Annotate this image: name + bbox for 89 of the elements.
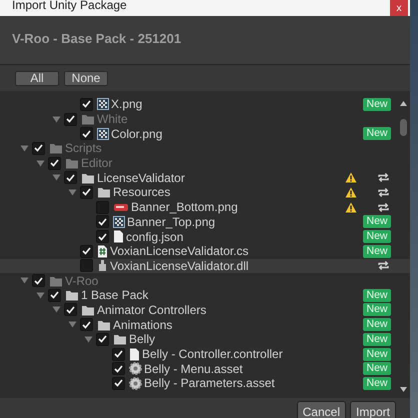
checkbox[interactable] — [80, 98, 93, 111]
checkbox[interactable] — [64, 171, 77, 184]
file-name: 1 Base Pack — [81, 288, 150, 302]
checkbox[interactable] — [48, 288, 61, 302]
expand-arrow-icon[interactable] — [52, 174, 60, 182]
dialog-button[interactable]: Cancel — [296, 401, 346, 418]
file-name: X.png — [111, 97, 144, 112]
new-badge: New — [363, 348, 391, 361]
folder-icon — [65, 157, 79, 170]
scroll-thumb[interactable] — [400, 119, 407, 136]
gear-icon — [129, 362, 142, 376]
file-name: Banner_Top.png — [127, 214, 216, 229]
scroll-down-icon[interactable] — [400, 387, 407, 392]
file-name: Color.png — [111, 126, 164, 141]
gear-icon — [129, 376, 142, 390]
checkbox[interactable] — [80, 244, 93, 258]
checkbox[interactable] — [96, 230, 109, 244]
checkbox[interactable] — [64, 303, 77, 316]
file-name: Belly - Controller.controller — [142, 347, 284, 362]
file-name: Banner_Bottom.png — [131, 200, 239, 214]
file-name: config.json — [126, 230, 184, 244]
folder-icon — [65, 289, 79, 302]
file-icon — [113, 230, 124, 244]
folder-icon — [113, 333, 127, 346]
select-button[interactable]: None — [64, 70, 108, 86]
folder-icon — [49, 142, 63, 154]
new-badge: New — [363, 362, 391, 376]
file-icon — [129, 348, 140, 361]
new-badge: New — [363, 98, 391, 111]
checkbox[interactable] — [64, 112, 77, 126]
checkbox[interactable] — [80, 318, 93, 332]
file-name: Resources — [113, 185, 172, 200]
file-name: VoxianLicenseValidator.dll — [110, 258, 250, 273]
file-name: Belly — [129, 332, 156, 346]
image-icon — [113, 216, 125, 228]
file-name: Animations — [113, 318, 174, 332]
file-name: VoxianLicenseValidator.cs — [110, 244, 250, 258]
checkbox[interactable] — [112, 362, 125, 376]
folder-icon — [81, 172, 95, 184]
file-name: Scripts — [65, 141, 103, 156]
new-badge: New — [363, 318, 391, 332]
expand-arrow-icon[interactable] — [20, 144, 28, 152]
checkbox[interactable] — [96, 200, 109, 214]
image-icon — [97, 128, 109, 140]
checkbox[interactable] — [112, 348, 125, 361]
expand-arrow-icon[interactable] — [20, 277, 28, 284]
expand-arrow-icon[interactable] — [68, 321, 76, 328]
new-badge: New — [363, 288, 391, 302]
checkbox[interactable] — [32, 142, 45, 155]
file-name: White — [97, 112, 129, 126]
file-name: Editor — [81, 156, 114, 170]
file-name: V-Roo — [65, 274, 100, 288]
image-icon — [97, 98, 109, 110]
checkbox[interactable] — [32, 274, 45, 288]
scroll-up-icon[interactable] — [400, 101, 407, 106]
new-badge: New — [363, 376, 391, 390]
checkbox[interactable] — [96, 332, 109, 346]
checkbox[interactable] — [80, 127, 93, 140]
new-badge: New — [363, 332, 391, 346]
file-name: LicenseValidator — [97, 170, 186, 185]
folder-icon — [97, 186, 111, 198]
expand-arrow-icon[interactable] — [84, 336, 92, 343]
expand-arrow-icon[interactable] — [52, 116, 60, 123]
select-button[interactable]: All — [15, 70, 59, 86]
expand-arrow-icon[interactable] — [68, 188, 76, 196]
new-badge: New — [363, 230, 391, 244]
checkbox[interactable] — [48, 156, 61, 170]
banner-image-icon — [113, 201, 129, 214]
new-badge: New — [363, 303, 391, 316]
new-badge: New — [363, 215, 391, 228]
expand-arrow-icon[interactable] — [36, 292, 44, 299]
close-button[interactable]: x — [390, 0, 408, 16]
checkbox[interactable] — [112, 376, 125, 390]
folder-icon — [97, 318, 111, 331]
folder-icon — [81, 304, 95, 316]
file-name: Animator Controllers — [97, 302, 208, 317]
checkbox[interactable] — [80, 186, 93, 199]
script-file-icon — [97, 244, 108, 258]
file-name: Belly - Menu.asset — [144, 362, 244, 376]
expand-arrow-icon[interactable] — [36, 160, 44, 167]
package-title: V-Roo - Base Pack - 251201 — [12, 30, 182, 46]
window-title: Import Unity Package — [12, 0, 127, 12]
folder-icon — [81, 113, 95, 126]
new-badge: New — [363, 244, 391, 258]
checkbox[interactable] — [80, 259, 93, 272]
expand-arrow-icon[interactable] — [52, 306, 60, 314]
checkbox[interactable] — [96, 215, 109, 228]
file-name: Belly - Parameters.asset — [144, 376, 276, 390]
new-badge: New — [363, 127, 391, 140]
